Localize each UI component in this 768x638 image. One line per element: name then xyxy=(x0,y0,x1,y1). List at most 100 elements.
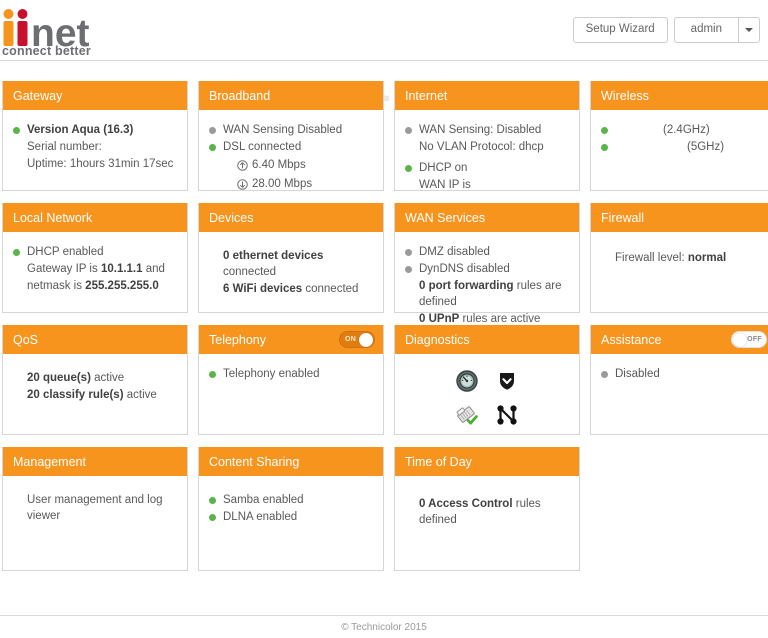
card-devices-header[interactable]: Devices xyxy=(199,203,383,232)
card-wan-services: WAN Services DMZ disabled DynDNS disable… xyxy=(394,203,580,325)
card-gateway-body: Version Aqua (16.3) Serial number: Uptim… xyxy=(3,110,187,181)
wireless-24ghz-label: (2.4GHz) xyxy=(663,124,710,136)
devices-ethernet-count: 0 ethernet devices xyxy=(223,250,324,262)
card-local-network-header[interactable]: Local Network xyxy=(3,203,187,232)
telephony-status-row: Telephony enabled xyxy=(209,366,373,382)
dashboard-grid: Gateway Version Aqua (16.3) Serial numbe… xyxy=(2,61,768,571)
devices-wifi-count: 6 WiFi devices xyxy=(223,283,303,295)
card-qos-title: QoS xyxy=(13,332,39,347)
gateway-uptime: Uptime: 1hours 31min 17sec xyxy=(27,158,174,170)
card-wan-services-title: WAN Services xyxy=(405,210,486,225)
card-broadband-header[interactable]: Broadband xyxy=(199,81,383,110)
card-management: Management User management and log viewe… xyxy=(2,447,188,571)
chevron-down-icon xyxy=(745,28,753,32)
diagnostic-cable-test-button[interactable] xyxy=(455,404,479,426)
diagnostics-icon-grid xyxy=(405,364,569,432)
card-wan-services-header[interactable]: WAN Services xyxy=(395,203,579,232)
telephony-toggle-label: ON xyxy=(345,336,357,343)
status-dot-grey xyxy=(209,127,216,134)
card-management-title: Management xyxy=(13,454,86,469)
card-wireless-header[interactable]: Wireless xyxy=(591,81,768,110)
ethernet-cable-check-icon xyxy=(456,406,478,425)
firewall-level-value: normal xyxy=(687,252,727,264)
card-qos-header[interactable]: QoS xyxy=(3,325,187,354)
wan-services-dmz: DMZ disabled xyxy=(419,246,490,258)
gateway-ip-value: 10.1.1.1 xyxy=(100,263,143,275)
wireless-5ghz-label: (5GHz) xyxy=(687,141,725,153)
gateway-version: Version Aqua (16.3) xyxy=(27,124,134,136)
telephony-status: Telephony enabled xyxy=(223,368,320,380)
card-diagnostics-header[interactable]: Diagnostics xyxy=(395,325,579,354)
status-dot-green xyxy=(13,249,20,256)
wan-services-upnp-count: 0 UPnP xyxy=(419,313,460,325)
toggle-knob xyxy=(733,333,747,347)
qos-classify-line: 20 classify rule(s) active xyxy=(27,387,177,403)
firewall-level-prefix: Firewall level: xyxy=(615,252,685,264)
broadband-wan-sensing: WAN Sensing Disabled xyxy=(223,124,343,136)
broadband-downstream: 28.00 Mbps xyxy=(252,178,313,190)
user-menu[interactable]: admin xyxy=(673,17,760,43)
card-content-sharing: Content Sharing Samba enabled DLNA enabl… xyxy=(198,447,384,571)
internet-dhcp-row: DHCP on xyxy=(405,160,569,176)
card-telephony: Telephony ON Telephony enabled xyxy=(198,325,384,435)
diagnostic-shield-button[interactable] xyxy=(496,370,518,392)
diagnostic-speedometer-button[interactable] xyxy=(456,370,478,392)
card-gateway-header[interactable]: Gateway xyxy=(3,81,187,110)
wan-services-dyndns-row: DynDNS disabled xyxy=(405,261,569,277)
card-diagnostics-title: Diagnostics xyxy=(405,332,470,347)
card-internet-body: WAN Sensing: Disabled No VLAN Protocol: … xyxy=(395,110,579,202)
status-dot-grey xyxy=(405,127,412,134)
gateway-ip-mid: and xyxy=(145,263,165,275)
setup-wizard-button[interactable]: Setup Wizard xyxy=(572,17,668,43)
content-sharing-samba-row: Samba enabled xyxy=(209,492,373,508)
logo-tagline: connect better xyxy=(2,44,91,58)
broadband-dsl: DSL connected xyxy=(223,141,302,153)
user-menu-label[interactable]: admin xyxy=(673,17,738,43)
time-of-day-access-line: 0 Access Control rules defined xyxy=(419,496,569,528)
card-internet-title: Internet xyxy=(405,88,448,103)
card-time-of-day: Time of Day 0 Access Control rules defin… xyxy=(394,447,580,571)
card-wan-services-body: DMZ disabled DynDNS disabled 0 port forw… xyxy=(395,232,579,336)
card-devices-body: 0 ethernet devices connected 6 WiFi devi… xyxy=(199,232,383,306)
telephony-toggle[interactable]: ON xyxy=(339,331,375,348)
internet-wan-sensing-row: WAN Sensing: Disabled xyxy=(405,122,569,138)
card-management-header[interactable]: Management xyxy=(3,447,187,476)
header-controls: Setup Wizard admin xyxy=(572,17,760,43)
card-broadband-title: Broadband xyxy=(209,88,271,103)
wan-services-portfwd-line: 0 port forwarding rules are defined xyxy=(419,278,569,310)
card-internet-header[interactable]: Internet xyxy=(395,81,579,110)
internet-wan-sensing: WAN Sensing: Disabled xyxy=(419,124,542,136)
card-local-network: Local Network DHCP enabled Gateway IP is… xyxy=(2,203,188,313)
network-topology-icon xyxy=(497,405,517,425)
card-telephony-header[interactable]: Telephony ON xyxy=(199,325,383,354)
netmask-prefix: netmask is xyxy=(27,280,82,292)
card-content-sharing-header[interactable]: Content Sharing xyxy=(199,447,383,476)
wan-services-dyndns: DynDNS disabled xyxy=(419,263,510,275)
status-dot-grey xyxy=(405,249,412,256)
broadband-upstream-row: 6.40 Mbps xyxy=(237,157,373,174)
card-telephony-body: Telephony enabled xyxy=(199,354,383,391)
internet-wan-ip: WAN IP is xyxy=(419,179,471,191)
status-dot-green xyxy=(209,371,216,378)
gateway-ip-prefix: Gateway IP is xyxy=(27,263,98,275)
card-broadband: Broadband WAN Sensing Disabled DSL conne… xyxy=(198,81,384,191)
management-description: User management and log viewer xyxy=(27,494,163,522)
card-time-of-day-header[interactable]: Time of Day xyxy=(395,447,579,476)
card-local-network-body: DHCP enabled Gateway IP is 10.1.1.1 and … xyxy=(3,232,187,303)
card-time-of-day-title: Time of Day xyxy=(405,454,472,469)
diagnostic-network-map-button[interactable] xyxy=(496,404,518,426)
card-assistance-body: Disabled xyxy=(591,354,768,391)
speedometer-icon xyxy=(456,370,478,392)
shield-icon xyxy=(500,373,514,390)
user-menu-dropdown-button[interactable] xyxy=(738,17,760,43)
qos-classify-suffix: active xyxy=(126,389,157,401)
card-firewall-header[interactable]: Firewall xyxy=(591,203,768,232)
card-assistance-header[interactable]: Assistance OFF xyxy=(591,325,768,354)
card-firewall: Firewall Firewall level: normal xyxy=(590,203,768,313)
status-dot-green xyxy=(209,497,216,504)
card-internet: Internet WAN Sensing: Disabled No VLAN P… xyxy=(394,81,580,191)
assistance-toggle[interactable]: OFF xyxy=(731,331,767,348)
card-assistance: Assistance OFF Disabled xyxy=(590,325,768,435)
card-devices-title: Devices xyxy=(209,210,254,225)
card-assistance-title: Assistance xyxy=(601,332,662,347)
